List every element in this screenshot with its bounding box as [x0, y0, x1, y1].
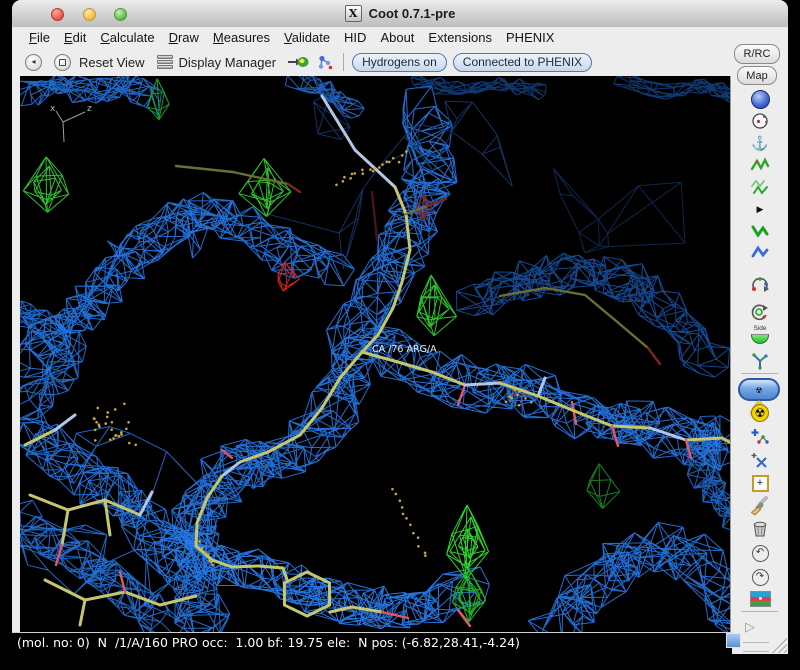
main-toolbar: ◂ Reset View Display Manager Hydrogens o… [12, 48, 788, 76]
toolbar-separator [741, 373, 778, 374]
menu-phenix[interactable]: PHENIX [499, 28, 561, 47]
flip-peptide-icon[interactable]: ▶ [743, 198, 777, 220]
rotate-translate-zone-icon[interactable] [743, 242, 777, 264]
add-alt-conf-icon[interactable] [743, 449, 777, 471]
add-terminal-residue-icon[interactable] [743, 426, 777, 448]
window-title: Coot 0.7.1-pre [368, 6, 456, 21]
phenix-connection-button[interactable]: Connected to PHENIX [452, 52, 593, 72]
menu-about[interactable]: About [373, 28, 421, 47]
delete-item-icon[interactable] [743, 518, 777, 540]
reset-view-button[interactable]: Reset View [79, 55, 145, 70]
auto-fit-rotamer-icon[interactable] [743, 274, 777, 296]
go-to-atom-icon[interactable] [287, 55, 309, 69]
more-tools-icon[interactable]: ▷ [745, 620, 755, 633]
go-to-ligand-icon[interactable] [317, 54, 334, 71]
coot-window: X Coot 0.7.1-pre File Edit Calculate Dra… [0, 0, 788, 654]
toolbar-separator [741, 611, 778, 612]
menu-hid[interactable]: HID [337, 28, 373, 47]
menu-edit[interactable]: Edit [57, 28, 93, 47]
status-bar: (mol. no: 0) N /1/A/160 PRO occ: 1.00 bf… [12, 632, 732, 654]
simple-mutate-icon[interactable]: ☢ [743, 402, 777, 424]
back-circle-button[interactable]: ◂ [25, 53, 42, 71]
sphere-refine-icon[interactable] [743, 88, 777, 110]
resize-grip[interactable] [771, 637, 787, 653]
graphics-canvas[interactable]: x z CA /76 ARG/A [0, 70, 758, 648]
atom-label: CA /76 ARG/A [372, 344, 437, 355]
clear-pending-picks-icon[interactable] [743, 495, 777, 517]
menu-file[interactable]: File [22, 28, 57, 47]
stop-square-icon [59, 58, 66, 66]
redo-icon[interactable]: ↷ [743, 566, 777, 588]
menu-extensions[interactable]: Extensions [421, 28, 499, 47]
title-bar[interactable]: X Coot 0.7.1-pre [12, 0, 788, 28]
menu-draw[interactable]: Draw [162, 28, 206, 47]
mutate-autofit-button[interactable]: ☢ [738, 378, 780, 414]
modelling-toolbar: ⚓ ▶ Side ☢ ☢ + ↶ ↷ ▷ [730, 76, 788, 654]
environment-distances-icon[interactable] [743, 110, 777, 132]
rrc-button[interactable]: R/RC [734, 44, 780, 64]
density-mesh-scene: x z CA /76 ARG/A [0, 70, 758, 648]
stop-circle-button[interactable] [54, 53, 71, 71]
side-flip-label: Side [753, 325, 767, 333]
menu-measures[interactable]: Measures [206, 28, 277, 47]
x11-icon: X [344, 5, 362, 22]
place-atom-icon[interactable]: + [743, 472, 777, 494]
back-arrow-icon: ◂ [31, 56, 36, 66]
fix-atoms-anchor-icon[interactable]: ⚓ [743, 132, 777, 154]
side-chain-flip-icon[interactable]: Side [743, 324, 777, 346]
edit-chi-angles-icon[interactable] [743, 301, 777, 323]
display-manager-button[interactable]: Display Manager [179, 55, 277, 70]
axis-z-label: z [87, 104, 92, 114]
axis-x-label: x [50, 104, 56, 114]
menu-validate[interactable]: Validate [277, 28, 337, 47]
regularize-zone-icon[interactable] [743, 176, 777, 198]
display-manager-icon [156, 54, 173, 70]
rigid-body-fit-icon[interactable] [743, 220, 777, 242]
panel-handle [743, 642, 769, 652]
hydrogens-toggle-button[interactable]: Hydrogens on [352, 52, 447, 72]
warning-triangle-icon: ☢ [750, 382, 768, 414]
rotamers-icon[interactable] [743, 349, 777, 371]
menu-calculate[interactable]: Calculate [93, 28, 161, 47]
toolbar-separator [343, 53, 345, 71]
map-button[interactable]: Map [737, 66, 777, 85]
run-refmac-flag-icon[interactable] [743, 588, 777, 610]
status-progress-block [726, 633, 741, 648]
undo-icon[interactable]: ↶ [743, 542, 777, 564]
menu-bar: File Edit Calculate Draw Measures Valida… [12, 27, 788, 48]
real-space-refine-icon[interactable] [743, 154, 777, 176]
